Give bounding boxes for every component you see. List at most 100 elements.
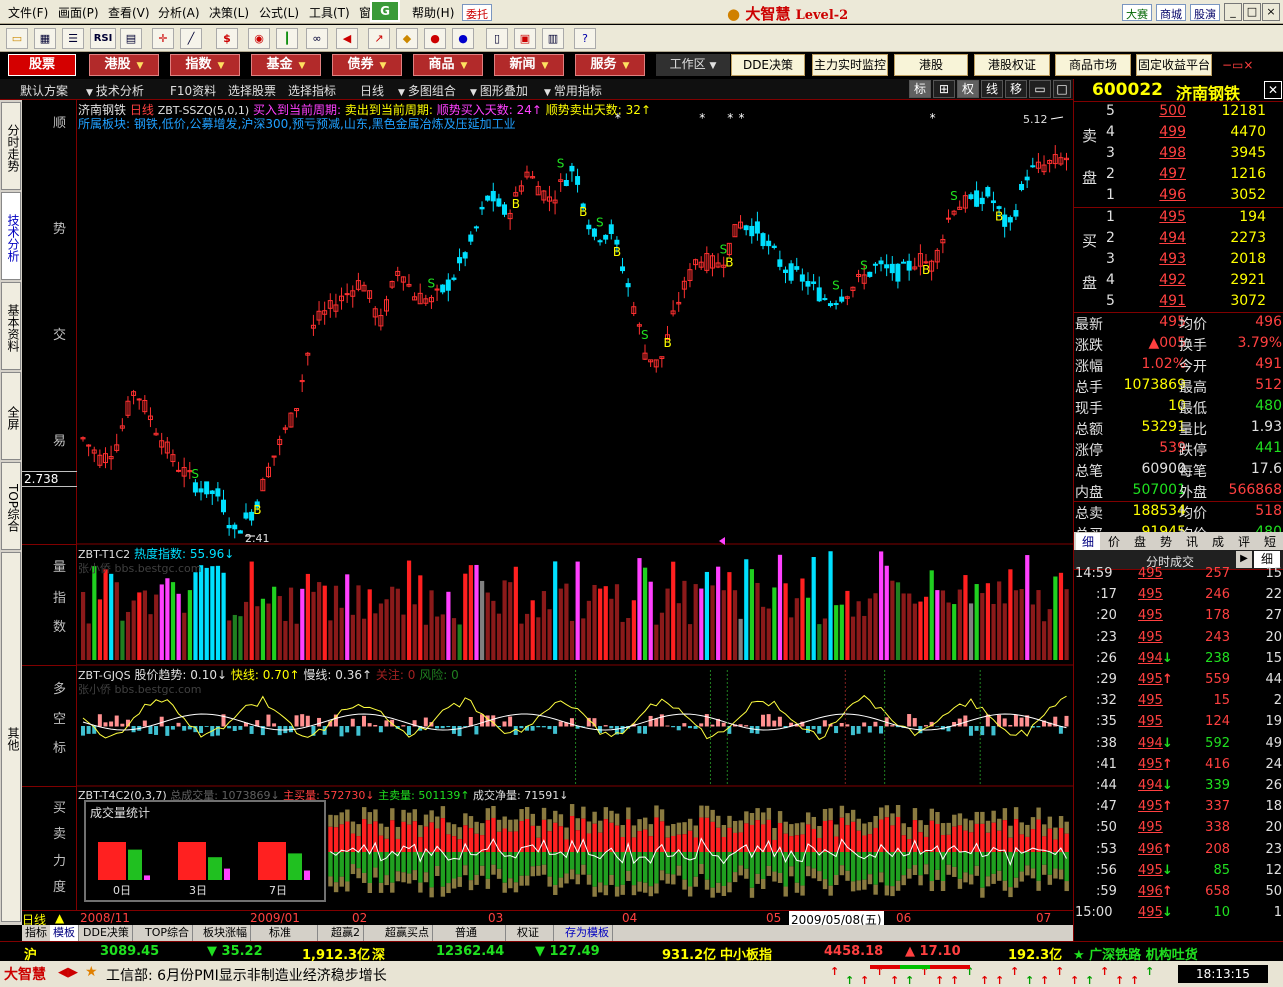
crosshair-icon[interactable]: ✛ (152, 28, 174, 49)
tick-price[interactable]: 494 (1138, 651, 1163, 666)
select-indicator-button[interactable]: 选择指标 (288, 82, 336, 99)
tick-price[interactable]: 494 (1138, 778, 1163, 793)
nav-fixed-income[interactable]: 固定收益平台 (1136, 54, 1212, 76)
diamond-icon[interactable]: ◆ (396, 28, 418, 49)
tab-technical[interactable]: 技术分析 (1, 192, 21, 280)
tool-line[interactable]: 线 (981, 80, 1003, 98)
menu-analysis[interactable]: 分析(A) (158, 4, 200, 21)
ask-price[interactable]: 498 (1134, 145, 1186, 161)
nav-hk[interactable]: 港股 ▼ (89, 54, 159, 76)
tab-standard[interactable]: 标准 (266, 925, 318, 941)
menu-tools[interactable]: 工具(T) (309, 4, 350, 21)
mid-index[interactable]: 4458.18 (824, 944, 883, 959)
open-icon[interactable]: ▭ (6, 28, 28, 49)
nav-commodity-market[interactable]: 商品市场 (1055, 54, 1131, 76)
tick-price[interactable]: 495 (1138, 905, 1163, 920)
tool-mark[interactable]: 标 (909, 80, 931, 98)
quote-tab[interactable]: 短 (1258, 533, 1282, 550)
ask-price[interactable]: 499 (1134, 124, 1186, 140)
select-stock-button[interactable]: 选择股票 (228, 82, 276, 99)
tick-price[interactable]: 495 (1138, 608, 1163, 623)
tick-price[interactable]: 495 (1138, 693, 1163, 708)
document-icon[interactable]: ▯ (486, 28, 508, 49)
tab-normal[interactable]: 普通 (452, 925, 506, 941)
bid-price[interactable]: 492 (1134, 272, 1186, 288)
minimize-icon[interactable]: _ (1224, 3, 1242, 21)
menu-file[interactable]: 文件(F) (8, 4, 48, 21)
bid-price[interactable]: 493 (1134, 251, 1186, 267)
tick-price[interactable]: 495 (1138, 566, 1163, 581)
tab-other[interactable]: 其他 (1, 552, 21, 922)
tick-price[interactable]: 495 (1138, 714, 1163, 729)
multi-chart-button[interactable]: ▼ 多图组合 (398, 82, 456, 99)
quote-tab[interactable]: 价 (1102, 533, 1126, 550)
tool-rights[interactable]: 权 (957, 80, 979, 98)
nav-bond[interactable]: 债券 ▼ (332, 54, 402, 76)
quote-tab[interactable]: 细 (1076, 533, 1100, 550)
mall-button[interactable]: 商城 (1156, 4, 1186, 21)
sz-index[interactable]: 12362.44 (436, 944, 504, 959)
ruler-icon[interactable]: ╱ (180, 28, 202, 49)
tab-intraday[interactable]: 分时走势 (1, 102, 21, 190)
workspace-button[interactable]: 工作区 ▼ (656, 54, 730, 76)
news-nav-icon[interactable]: ◀▶ (58, 965, 78, 980)
common-indicator-button[interactable]: ▼ 常用指标 (544, 82, 602, 99)
tool-move[interactable]: 移 (1005, 80, 1027, 98)
books-icon[interactable]: ▥ (542, 28, 564, 49)
tab-top-combo[interactable]: TOP综合 (142, 925, 194, 941)
tab-template[interactable]: 模板 (50, 925, 79, 941)
quote-tab[interactable]: 成 (1206, 533, 1230, 550)
window-icon[interactable]: ▣ (514, 28, 536, 49)
tick-price[interactable]: 495 (1138, 587, 1163, 602)
close-icon[interactable]: × (1262, 3, 1280, 21)
menu-formula[interactable]: 公式(L) (259, 4, 299, 21)
tool-crosshair[interactable]: ⊞ (933, 80, 955, 98)
restore-icon[interactable]: −▭× (1222, 58, 1253, 72)
bid-price[interactable]: 494 (1134, 230, 1186, 246)
nav-main-monitor[interactable]: 主力实时监控 (812, 54, 888, 76)
nav-hk-stock[interactable]: 港股 (894, 54, 968, 76)
bid-price[interactable]: 495 (1134, 209, 1186, 225)
tab-indicator[interactable]: 指标 (22, 925, 51, 941)
maximize-icon[interactable]: □ (1243, 3, 1261, 21)
candle-icon[interactable]: ◉ (248, 28, 270, 49)
nav-index[interactable]: 指数 ▼ (170, 54, 240, 76)
quote-tab[interactable]: 势 (1154, 533, 1178, 550)
tick-price[interactable]: 495 (1138, 757, 1163, 772)
bid-price[interactable]: 491 (1134, 293, 1186, 309)
tick-price[interactable]: 496 (1138, 842, 1163, 857)
tab-warrant[interactable]: 权证 (514, 925, 554, 941)
save-template-button[interactable]: 存为模板 (562, 925, 613, 941)
tick-price[interactable]: 495 (1138, 630, 1163, 645)
news-headline[interactable]: 工信部: 6月份PMI显示非制造业经济稳步增长 (106, 965, 387, 985)
tick-price[interactable]: 494 (1138, 736, 1163, 751)
nav-service[interactable]: 服务 ▼ (575, 54, 645, 76)
tab-super-buy[interactable]: 超赢买点 (382, 925, 433, 941)
tech-analysis-button[interactable]: ▼ 技术分析 (86, 82, 144, 99)
ask-price[interactable]: 500 (1134, 103, 1186, 119)
tick-price[interactable]: 495 (1138, 820, 1163, 835)
tab-dde[interactable]: DDE决策 (80, 925, 133, 941)
tick-price[interactable]: 496 (1138, 884, 1163, 899)
binoculars-icon[interactable]: ∞ (306, 28, 328, 49)
order-button[interactable]: 委托 (462, 4, 492, 21)
tick-price[interactable]: 495 (1138, 863, 1163, 878)
grid-icon[interactable]: ▤ (120, 28, 142, 49)
menu-help[interactable]: 帮助(H) (412, 4, 454, 21)
menu-decision[interactable]: 决策(L) (209, 4, 249, 21)
tool-window[interactable]: □ (1053, 80, 1071, 98)
tab-fullscreen[interactable]: 全屏 (1, 372, 21, 460)
nav-fund[interactable]: 基金 ▼ (251, 54, 321, 76)
blue-disc-icon[interactable]: ● (452, 28, 474, 49)
sector-list[interactable]: 钢铁,低价,公募增发,沪深300,预亏预减,山东,黑色金属冶炼及压延加工业 (134, 117, 516, 131)
scheme-dropdown[interactable]: 默认方案 (20, 82, 68, 99)
menu-view-page[interactable]: 画面(P) (58, 4, 99, 21)
kline-chart-area[interactable]: S B S B S B S B S B S B S S B S B * * * * * 济南钢铁 日线 ZBT-SSZQ(… (77, 100, 1073, 910)
tab-top[interactable]: TOP综合 (1, 462, 21, 550)
ask-price[interactable]: 496 (1134, 187, 1186, 203)
ask-price[interactable]: 497 (1134, 166, 1186, 182)
tab-fundamental[interactable]: 基本资料 (1, 282, 21, 370)
tick-price[interactable]: 495 (1138, 672, 1163, 687)
dollar-icon[interactable]: $ (216, 28, 238, 49)
tab-sector-rise[interactable]: 板块涨幅 (200, 925, 251, 941)
